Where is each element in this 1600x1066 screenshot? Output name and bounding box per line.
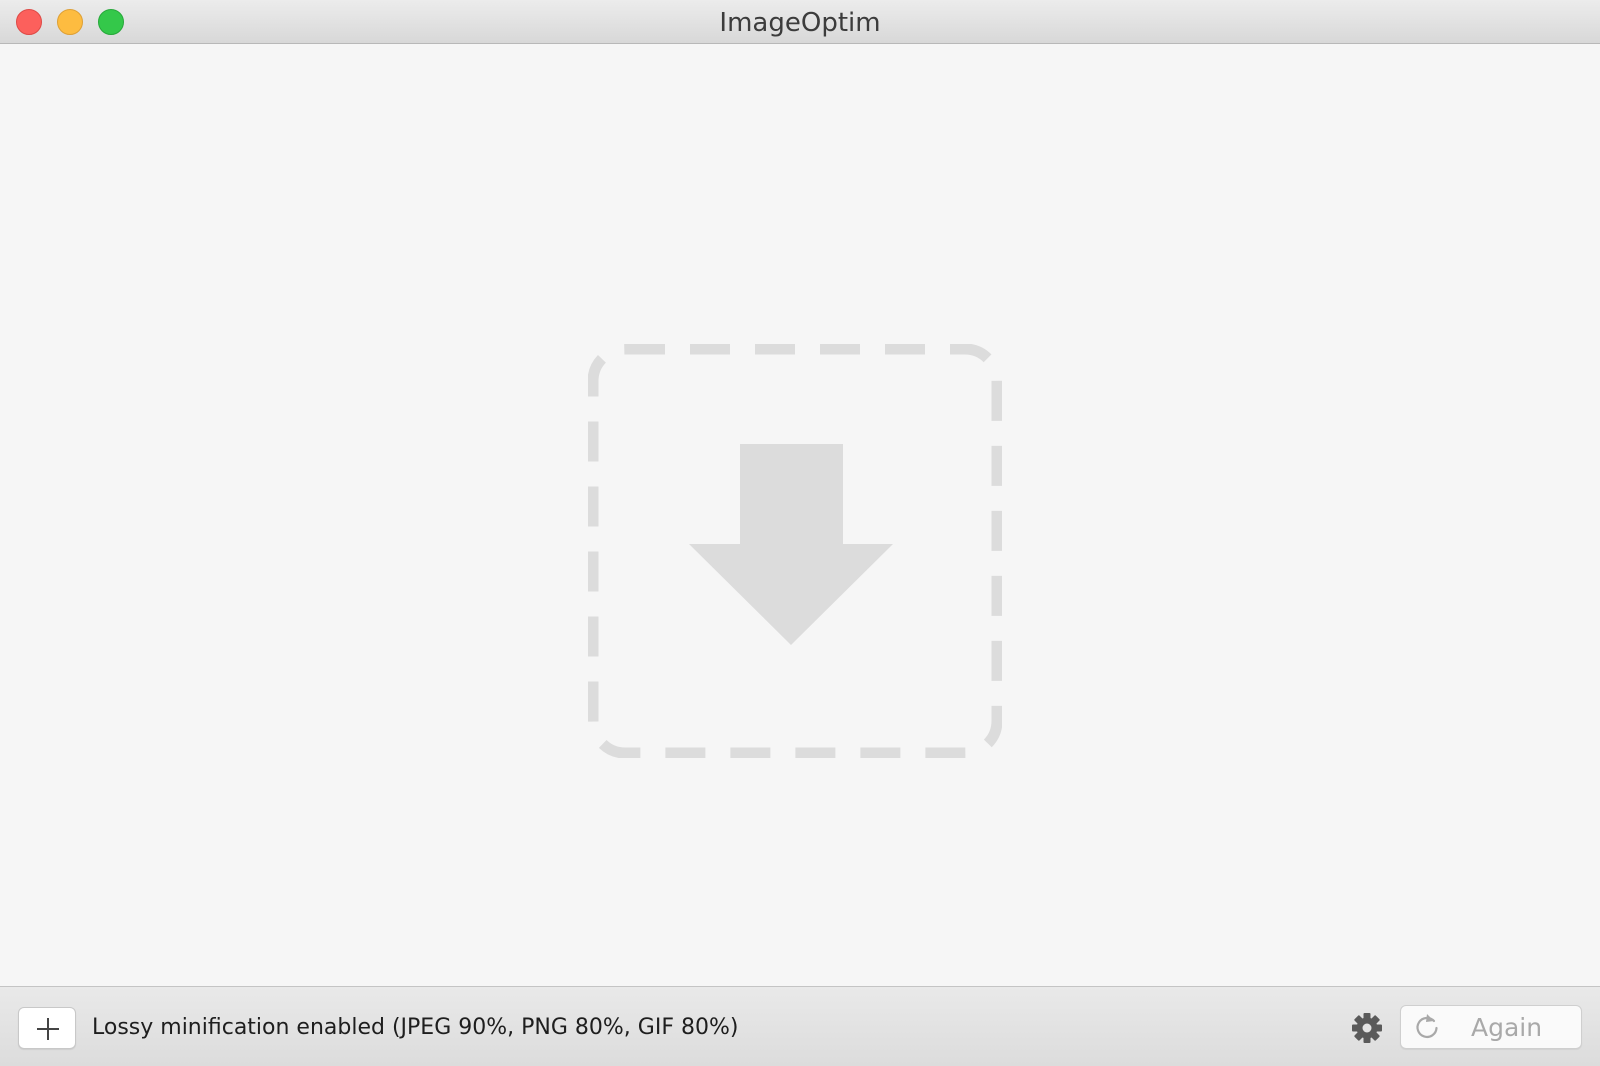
download-arrow-icon (689, 444, 893, 645)
again-button[interactable]: Again (1400, 1005, 1582, 1049)
window-title: ImageOptim (719, 8, 881, 38)
again-label: Again (1471, 1013, 1543, 1042)
drop-zone[interactable] (588, 344, 1002, 758)
add-files-button[interactable] (18, 1007, 76, 1049)
plus-icon (37, 1018, 59, 1040)
status-text: Lossy minification enabled (JPEG 90%, PN… (92, 1015, 739, 1040)
drop-target-icon (588, 344, 1002, 758)
bottom-toolbar: Lossy minification enabled (JPEG 90%, PN… (0, 986, 1600, 1066)
imageoptim-window: ImageOptim Lossy minification enabled (J… (0, 0, 1600, 1066)
gear-icon (1352, 1013, 1382, 1043)
settings-button[interactable] (1350, 1011, 1384, 1045)
refresh-icon (1416, 1014, 1438, 1039)
title-bar: ImageOptim (0, 0, 1600, 44)
